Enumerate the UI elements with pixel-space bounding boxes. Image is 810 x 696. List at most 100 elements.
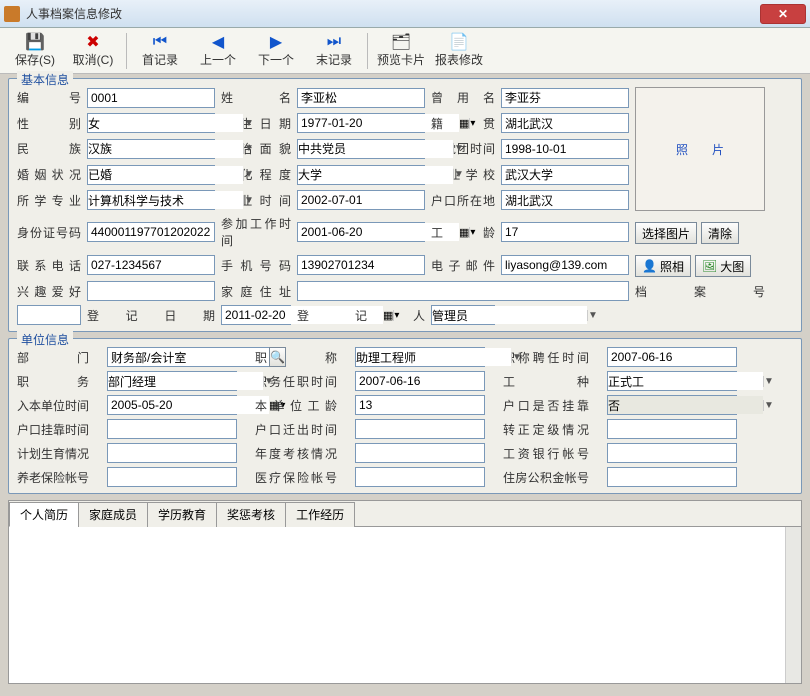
bank-input[interactable]	[607, 443, 737, 463]
id-input[interactable]	[87, 88, 215, 108]
label-idno: 身份证号码	[17, 224, 81, 241]
tab-family[interactable]: 家庭成员	[78, 502, 148, 527]
photo-box[interactable]: 照片	[635, 87, 765, 211]
phone-input[interactable]	[87, 255, 215, 275]
label-seniority: 工 龄	[431, 224, 495, 241]
ethnic-select[interactable]: ▼	[87, 139, 215, 159]
label-native: 籍 贯	[431, 115, 495, 132]
chevron-down-icon[interactable]: ▼	[453, 169, 464, 180]
major-select[interactable]: ▼	[87, 190, 215, 210]
label-bank: 工资银行帐号	[503, 445, 589, 462]
next-record-button[interactable]: ▶下一个	[247, 29, 305, 73]
chevron-down-icon[interactable]: ▼	[243, 169, 254, 180]
name-input[interactable]	[297, 88, 425, 108]
chevron-down-icon[interactable]: ▼	[263, 376, 274, 387]
hukou-input[interactable]	[501, 190, 629, 210]
image-icon: 🖼	[702, 259, 717, 273]
medical-input[interactable]	[355, 467, 485, 487]
label-title: 职 称	[255, 349, 337, 366]
duty-select[interactable]: ▼	[107, 371, 237, 391]
label-medical: 医疗保险帐号	[255, 469, 337, 486]
titledate-input[interactable]	[607, 347, 737, 367]
label-gender: 性 别	[17, 115, 81, 132]
movedate-input[interactable]	[355, 419, 485, 439]
cancel-button[interactable]: ✖取消(C)	[64, 29, 122, 73]
prev-icon: ◀	[209, 33, 227, 51]
gender-select[interactable]: ▼	[87, 113, 215, 133]
address-input[interactable]	[297, 281, 629, 301]
label-joindate: 入本单位时间	[17, 397, 89, 414]
chevron-down-icon[interactable]: ▼	[511, 352, 522, 363]
clear-image-button[interactable]: 清除	[701, 222, 739, 244]
birth-date-input[interactable]: ▦▾	[297, 113, 425, 133]
next-icon: ▶	[267, 33, 285, 51]
attach-select[interactable]: ▼	[607, 395, 737, 415]
former-name-input[interactable]	[501, 88, 629, 108]
birthplan-input[interactable]	[107, 443, 237, 463]
gradschool-input[interactable]	[501, 165, 629, 185]
first-record-button[interactable]: ⏮首记录	[131, 29, 189, 73]
last-record-button[interactable]: ⏭末记录	[305, 29, 363, 73]
pension-input[interactable]	[107, 467, 237, 487]
hobby-input[interactable]	[87, 281, 215, 301]
seniority-input[interactable]	[501, 222, 629, 242]
save-button[interactable]: 💾保存(S)	[6, 29, 64, 73]
education-select[interactable]: ▼	[297, 165, 425, 185]
prev-record-button[interactable]: ◀上一个	[189, 29, 247, 73]
label-duty: 职 务	[17, 373, 89, 390]
label-worktype: 工 种	[503, 373, 589, 390]
localsen-input[interactable]	[355, 395, 485, 415]
native-input[interactable]	[501, 113, 629, 133]
regdate-input[interactable]: ▦▾	[221, 305, 291, 325]
select-image-button[interactable]: 选择图片	[635, 222, 697, 244]
fileno-input[interactable]	[17, 305, 81, 325]
gradtime-input[interactable]	[297, 190, 425, 210]
label-attach: 户口是否挂靠	[503, 397, 589, 414]
worktype-select[interactable]: ▼	[607, 371, 737, 391]
label-mobile: 手机号码	[221, 257, 291, 274]
worktime-input[interactable]: ▦▾	[297, 222, 425, 242]
label-movedate: 户口迁出时间	[255, 421, 337, 438]
scrollbar[interactable]	[785, 527, 801, 683]
chevron-down-icon[interactable]: ▼	[243, 118, 254, 129]
label-marital: 婚姻状况	[17, 166, 81, 183]
dept-input[interactable]	[107, 347, 270, 367]
housing-input[interactable]	[607, 467, 737, 487]
mobile-input[interactable]	[297, 255, 425, 275]
tab-reward[interactable]: 奖惩考核	[216, 502, 286, 527]
tab-education[interactable]: 学历教育	[147, 502, 217, 527]
chevron-down-icon[interactable]: ▼	[763, 400, 774, 411]
close-button[interactable]: ✕	[760, 4, 806, 24]
tab-resume[interactable]: 个人简历	[9, 502, 79, 527]
marital-select[interactable]: ▼	[87, 165, 215, 185]
regby-select[interactable]: ▼	[431, 305, 495, 325]
dutydate-input[interactable]	[355, 371, 485, 391]
basic-info-group: 基本信息 编 号 姓 名 曾 用 名 照片 性 别 ▼ 出生日期 ▦▾ 籍 贯 …	[8, 78, 802, 332]
unit-info-group: 单位信息 部 门 🔍 职 称 ▼ 职称聘任时间 职 务 ▼ 职务任职时间 工 种…	[8, 338, 802, 494]
first-icon: ⏮	[151, 33, 169, 51]
tab-work-history[interactable]: 工作经历	[285, 502, 355, 527]
idno-input[interactable]	[87, 222, 215, 242]
big-image-button[interactable]: 🖼大图	[695, 255, 751, 277]
politic-select[interactable]: ▼	[297, 139, 425, 159]
label-pension: 养老保险帐号	[17, 469, 89, 486]
chevron-down-icon[interactable]: ▼	[763, 376, 774, 387]
chevron-down-icon[interactable]: ▼	[453, 143, 464, 154]
take-photo-button[interactable]: 👤照相	[635, 255, 691, 277]
yearcheck-input[interactable]	[355, 443, 485, 463]
title-select[interactable]: ▼	[355, 347, 485, 367]
preview-card-button[interactable]: 🗂预览卡片	[372, 29, 430, 73]
chevron-down-icon[interactable]: ▼	[587, 310, 598, 321]
party-date-input[interactable]	[501, 139, 629, 159]
email-input[interactable]	[501, 255, 629, 275]
grade-input[interactable]	[607, 419, 737, 439]
tab-content[interactable]	[9, 527, 801, 683]
report-edit-button[interactable]: 📄报表修改	[430, 29, 488, 73]
label-grade: 转正定级情况	[503, 421, 589, 438]
last-icon: ⏭	[325, 33, 343, 51]
joindate-input[interactable]: ▦▾	[107, 395, 237, 415]
chevron-down-icon[interactable]: ▼	[243, 143, 254, 154]
chevron-down-icon[interactable]: ▼	[243, 195, 254, 206]
attachdate-input[interactable]	[107, 419, 237, 439]
label-worktime: 参加工作时间	[221, 215, 291, 249]
